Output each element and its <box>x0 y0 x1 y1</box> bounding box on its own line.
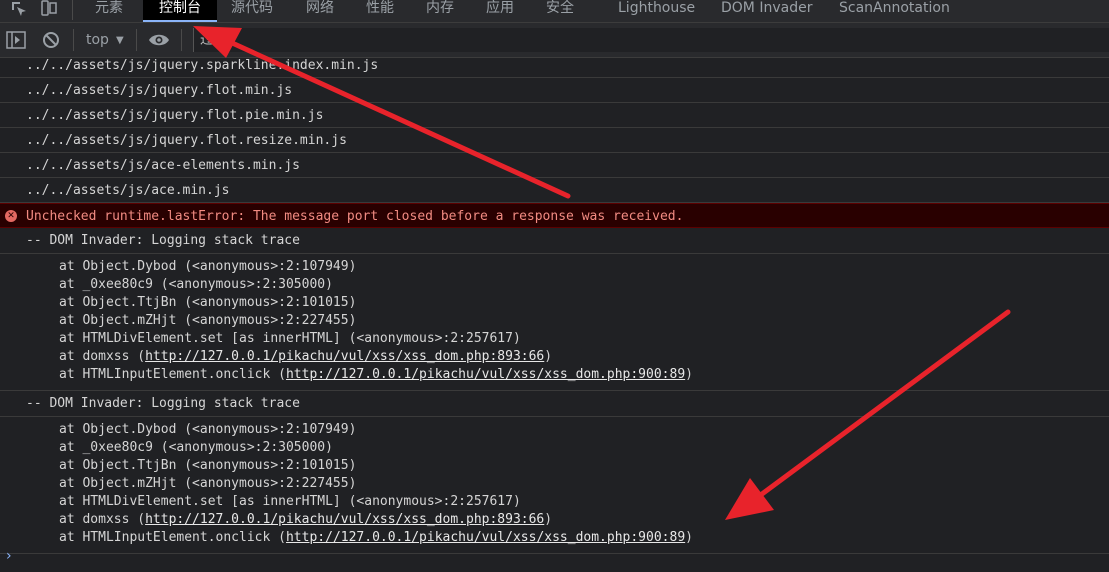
stack-frame: at _0xee80c9 (<anonymous>:2:305000) <box>59 440 333 455</box>
tab-elements[interactable]: 元素 <box>95 0 135 22</box>
stack-frame-suffix: ) <box>544 512 553 527</box>
tab-console[interactable]: 控制台 <box>143 0 217 22</box>
tab-scan-annotation[interactable]: ScanAnnotation <box>839 0 950 22</box>
stack-frame-suffix: ) <box>544 349 553 364</box>
context-selector-label: top <box>86 32 109 48</box>
stack-frame: at HTMLInputElement.onclick (http://127.… <box>59 529 1109 547</box>
stack-frame: at Object.mZHjt (<anonymous>:2:227455) <box>59 313 357 328</box>
tab-lighthouse[interactable]: Lighthouse <box>618 0 695 22</box>
console-prompt-icon[interactable]: › <box>6 548 12 564</box>
live-expression-eye-icon[interactable] <box>148 23 170 57</box>
stack-trace: at Object.Dybod (<anonymous>:2:107949) a… <box>0 254 1109 391</box>
stack-frame: at HTMLInputElement.onclick (http://127.… <box>59 366 1109 384</box>
log-row: ../../assets/js/jquery.flot.min.js <box>0 78 1109 103</box>
inspect-element-icon[interactable] <box>10 0 28 22</box>
stack-frame: at Object.TtjBn (<anonymous>:2:101015) <box>59 458 357 473</box>
tab-network[interactable]: 网络 <box>306 0 334 22</box>
source-link[interactable]: http://127.0.0.1/pikachu/vul/xss/xss_dom… <box>145 349 544 364</box>
stack-frame-suffix: ) <box>685 530 693 545</box>
tab-application[interactable]: 应用 <box>486 0 514 22</box>
source-link[interactable]: http://127.0.0.1/pikachu/vul/xss/xss_dom… <box>286 530 685 545</box>
stack-frame-prefix: at HTMLInputElement.onclick ( <box>59 530 286 545</box>
log-row: ../../assets/js/jquery.flot.resize.min.j… <box>0 128 1109 153</box>
stack-frame: at _0xee80c9 (<anonymous>:2:305000) <box>59 277 333 292</box>
toolbar-separator <box>73 29 74 51</box>
clear-console-icon[interactable] <box>42 23 60 57</box>
log-row: ../../assets/js/ace.min.js <box>0 178 1109 203</box>
console-messages: ../../assets/js/jquery.sparkline.index.m… <box>0 53 1109 554</box>
stack-frame: at domxss (http://127.0.0.1/pikachu/vul/… <box>59 348 1109 366</box>
trace-header: -- DOM Invader: Logging stack trace <box>0 228 1109 254</box>
dropdown-arrow-icon: ▼ <box>115 34 124 46</box>
stack-frame-suffix: ) <box>685 367 693 382</box>
stack-frame: at domxss (http://127.0.0.1/pikachu/vul/… <box>59 511 1109 529</box>
tab-performance[interactable]: 性能 <box>366 0 394 22</box>
error-message-text: Unchecked runtime.lastError: The message… <box>26 209 684 224</box>
stack-frame: at HTMLDivElement.set [as innerHTML] (<a… <box>59 331 521 346</box>
source-link[interactable]: http://127.0.0.1/pikachu/vul/xss/xss_dom… <box>145 512 544 527</box>
log-row: ../../assets/js/ace-elements.min.js <box>0 153 1109 178</box>
toolbar-separator <box>181 29 182 51</box>
toolbar-separator <box>136 29 137 51</box>
error-icon: ✕ <box>5 210 17 222</box>
stack-frame-prefix: at domxss ( <box>59 512 146 527</box>
error-message-row: ✕ Unchecked runtime.lastError: The messa… <box>0 203 1109 228</box>
stack-frame: at Object.mZHjt (<anonymous>:2:227455) <box>59 476 357 491</box>
sidebar-toggle-icon[interactable] <box>6 23 26 57</box>
tab-separator <box>72 0 73 20</box>
stack-frame-prefix: at domxss ( <box>59 349 146 364</box>
log-row: ../../assets/js/jquery.flot.pie.min.js <box>0 103 1109 128</box>
stack-frame: at Object.TtjBn (<anonymous>:2:101015) <box>59 295 357 310</box>
log-row: ../../assets/js/jquery.sparkline.index.m… <box>0 53 1109 78</box>
tab-security[interactable]: 安全 <box>546 0 574 22</box>
devtools-tab-bar: 元素 控制台 源代码 网络 性能 内存 应用 安全 Lighthouse DOM… <box>0 0 1109 23</box>
filter-input-text: 过滤 <box>200 32 228 48</box>
stack-frame: at HTMLDivElement.set [as innerHTML] (<a… <box>59 494 521 509</box>
tab-dom-invader[interactable]: DOM Invader <box>721 0 812 22</box>
context-selector[interactable]: top ▼ <box>86 23 124 57</box>
stack-frame-prefix: at HTMLInputElement.onclick ( <box>59 367 286 382</box>
filter-input[interactable]: 过滤 <box>193 28 1109 52</box>
device-toolbar-icon[interactable] <box>40 0 58 22</box>
tab-sources[interactable]: 源代码 <box>231 0 273 22</box>
trace-header: -- DOM Invader: Logging stack trace <box>0 391 1109 417</box>
stack-frame: at Object.Dybod (<anonymous>:2:107949) <box>59 422 357 437</box>
stack-frame: at Object.Dybod (<anonymous>:2:107949) <box>59 259 357 274</box>
source-link[interactable]: http://127.0.0.1/pikachu/vul/xss/xss_dom… <box>286 367 685 382</box>
tab-memory[interactable]: 内存 <box>426 0 454 22</box>
stack-trace: at Object.Dybod (<anonymous>:2:107949) a… <box>0 417 1109 554</box>
